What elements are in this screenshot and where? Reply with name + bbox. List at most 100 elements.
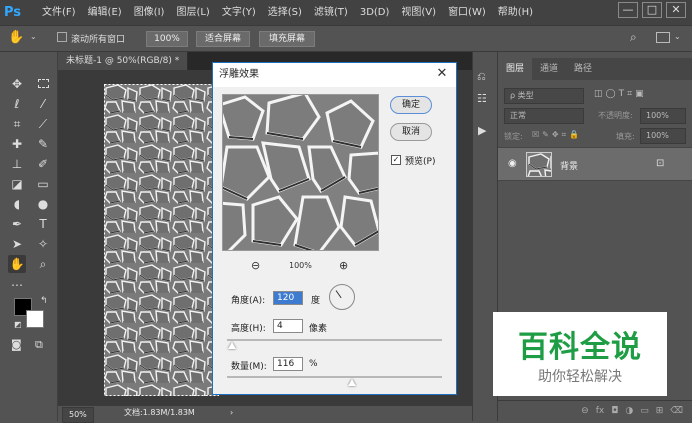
lock-icons[interactable]: ☒✎✥⌗🔒 <box>532 130 582 140</box>
filter-icons[interactable]: ◫◯T⌗▣ <box>594 89 647 99</box>
visibility-eye-icon[interactable]: ◉ <box>508 158 517 169</box>
document-tab[interactable]: 未标题-1 @ 50%(RGB/8) * × <box>58 52 188 84</box>
tab-channels[interactable]: 通道 <box>532 58 566 80</box>
layer-row-background[interactable]: ◉ 背景 ⊡ <box>498 147 692 181</box>
status-menu-icon[interactable]: › <box>230 406 233 420</box>
more-tools-icon[interactable]: ⋯ <box>8 276 26 294</box>
path-selection-icon[interactable]: ➤ <box>8 235 26 253</box>
layer-kind-filter[interactable]: ρ 类型 <box>504 88 584 104</box>
link-layers-icon[interactable]: ⊖ <box>581 406 589 416</box>
height-slider-thumb[interactable] <box>228 342 236 349</box>
zoom-out-icon[interactable]: ⊖ <box>251 259 260 272</box>
thumbnail-pattern-icon <box>527 153 551 176</box>
cancel-button[interactable]: 取消 <box>390 123 432 141</box>
menu-window[interactable]: 窗口(W) <box>442 0 492 25</box>
emboss-dialog: 浮雕效果 ✕ ⊖ 100% ⊕ 确定 取消 ✓ 预览(P) 角度(A): 120… <box>212 62 457 395</box>
lasso-tool-icon[interactable]: ℓ <box>8 95 26 113</box>
height-label: 高度(H): <box>231 324 266 334</box>
brush-tool-icon[interactable]: ✎ <box>34 135 52 153</box>
new-group-icon[interactable]: ▭ <box>640 406 649 416</box>
dialog-close-button[interactable]: ✕ <box>434 66 450 82</box>
fx-icon[interactable]: fx <box>596 406 605 416</box>
menu-edit[interactable]: 编辑(E) <box>82 0 128 25</box>
preview-zoom-value: 100% <box>289 261 312 270</box>
fill-screen-button[interactable]: 填充屏幕 <box>259 31 315 47</box>
amount-slider-track[interactable] <box>227 376 442 378</box>
ok-button[interactable]: 确定 <box>390 96 432 114</box>
actions-play-icon[interactable]: ▶ <box>478 124 486 137</box>
filter-preview[interactable] <box>222 94 379 251</box>
history-panel-icon[interactable]: ⎌ <box>477 70 486 84</box>
screen-mode-icon[interactable]: ⧉ <box>35 338 43 352</box>
amount-unit: % <box>309 359 318 369</box>
search-icon[interactable]: ⌕ <box>630 30 637 45</box>
eyedropper-icon[interactable]: ⟋ <box>34 115 52 133</box>
minimize-button[interactable]: — <box>618 2 638 18</box>
tab-layers[interactable]: 图层 <box>498 58 533 80</box>
menu-3d[interactable]: 3D(D) <box>354 0 396 25</box>
amount-field[interactable]: 116 <box>273 357 303 371</box>
menu-bar: Ps 文件(F) 编辑(E) 图像(I) 图层(L) 文字(Y) 选择(S) 滤… <box>0 0 692 25</box>
angle-field[interactable]: 120 <box>273 291 303 305</box>
blend-mode-select[interactable]: 正常 <box>504 108 584 124</box>
menu-help[interactable]: 帮助(H) <box>492 0 539 25</box>
healing-brush-icon[interactable]: ✚ <box>8 135 26 153</box>
hand-tool-icon[interactable]: ✋ <box>8 255 26 273</box>
pen-tool-icon[interactable]: ✒ <box>8 215 26 233</box>
add-mask-icon[interactable]: ◘ <box>611 406 618 416</box>
default-colors-icon[interactable]: ◩ <box>14 320 22 329</box>
shape-tool-icon[interactable]: ✧ <box>34 235 52 253</box>
eraser-tool-icon[interactable]: ◪ <box>8 175 26 193</box>
opacity-field[interactable]: 100% <box>640 108 686 124</box>
fill-label: 填充: <box>616 132 635 141</box>
quick-mask-icon[interactable]: ◙ <box>11 338 22 351</box>
workspace-icon[interactable] <box>656 32 670 43</box>
chevron-down-icon[interactable]: ⌄ <box>30 32 37 41</box>
menu-layer[interactable]: 图层(L) <box>170 0 215 25</box>
preview-checkbox[interactable]: ✓ <box>391 155 401 165</box>
menu-type[interactable]: 文字(Y) <box>216 0 262 25</box>
scroll-all-windows-checkbox[interactable] <box>57 32 67 42</box>
blur-tool-icon[interactable]: ◖ <box>8 195 26 213</box>
swap-colors-icon[interactable]: ↰ <box>40 296 48 306</box>
new-layer-icon[interactable]: ⊞ <box>656 406 664 416</box>
close-window-button[interactable]: ✕ <box>666 2 686 18</box>
delete-layer-icon[interactable]: ⌫ <box>670 406 683 416</box>
fill-field[interactable]: 100% <box>640 128 686 144</box>
type-tool-icon[interactable]: T <box>34 215 52 233</box>
amount-slider-thumb[interactable] <box>348 379 356 386</box>
menu-filter[interactable]: 滤镜(T) <box>308 0 354 25</box>
window-controls: — □ ✕ <box>618 2 686 18</box>
height-slider-track[interactable] <box>227 339 442 341</box>
angle-dial[interactable] <box>329 284 355 310</box>
stamp-tool-icon[interactable]: ⊥ <box>8 155 26 173</box>
height-field[interactable]: 4 <box>273 319 303 333</box>
move-tool-icon[interactable]: ✥ <box>8 75 26 93</box>
menu-select[interactable]: 选择(S) <box>262 0 308 25</box>
properties-panel-icon[interactable]: ☷ <box>477 92 487 105</box>
fit-screen-button[interactable]: 适合屏幕 <box>196 31 250 47</box>
zoom-in-icon[interactable]: ⊕ <box>339 259 348 272</box>
menu-view[interactable]: 视图(V) <box>395 0 442 25</box>
hand-tool-icon[interactable]: ✋ <box>8 30 24 45</box>
background-color-swatch[interactable] <box>26 310 44 328</box>
restore-button[interactable]: □ <box>642 2 662 18</box>
workspace-chevron-icon[interactable]: ⌄ <box>674 32 681 41</box>
tools-panel: ✥ ℓ ⁄ ⌗ ⟋ ✚ ✎ ⊥ ✐ ◪ ▭ ◖ ● ✒ T ➤ ✧ ✋ ⌕ ⋯ … <box>0 52 58 421</box>
menu-image[interactable]: 图像(I) <box>128 0 171 25</box>
photoshop-logo: Ps <box>4 4 22 20</box>
status-bar: 50% 文档:1.83M/1.83M › <box>58 405 490 423</box>
history-brush-icon[interactable]: ✐ <box>34 155 52 173</box>
adjustment-layer-icon[interactable]: ◑ <box>625 406 633 416</box>
marquee-tool-icon[interactable] <box>34 75 52 93</box>
zoom-100-button[interactable]: 100% <box>146 31 188 47</box>
crop-tool-icon[interactable]: ⌗ <box>8 115 26 133</box>
tab-paths[interactable]: 路径 <box>566 58 600 80</box>
layer-thumbnail <box>526 152 552 177</box>
dodge-tool-icon[interactable]: ● <box>34 195 52 213</box>
zoom-tool-icon[interactable]: ⌕ <box>34 255 52 273</box>
gradient-tool-icon[interactable]: ▭ <box>34 175 52 193</box>
magic-wand-icon[interactable]: ⁄ <box>34 95 52 113</box>
document-canvas[interactable] <box>104 84 219 396</box>
menu-file[interactable]: 文件(F) <box>36 0 82 25</box>
